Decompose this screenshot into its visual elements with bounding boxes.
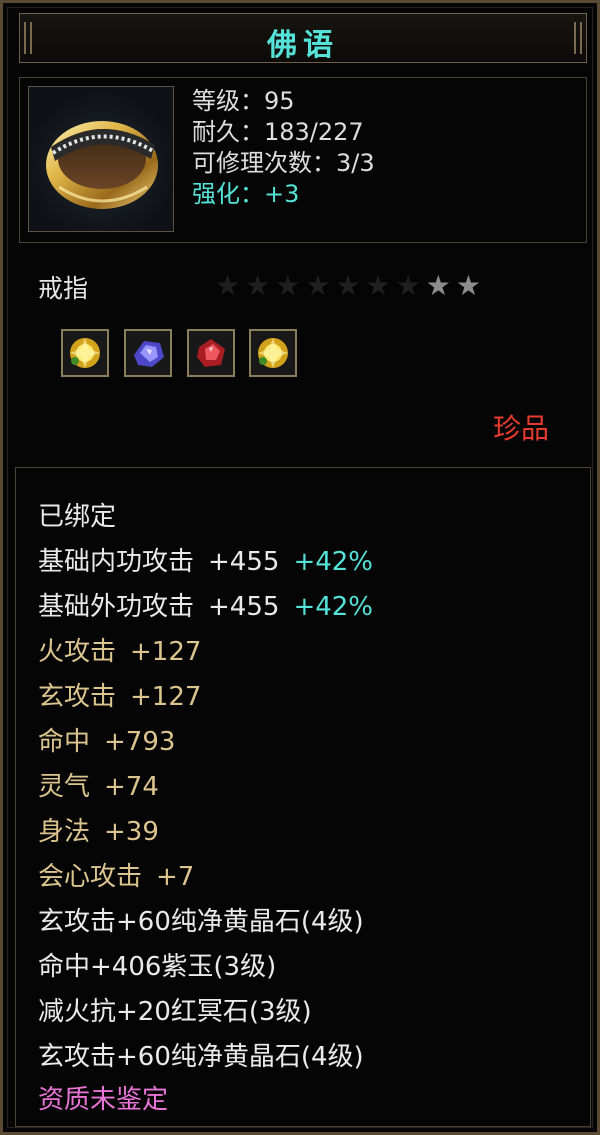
enhance-stat: 强化：+3 xyxy=(192,180,300,208)
attribute-value: +455 xyxy=(208,547,280,577)
bonus-attribute-row: 火攻击 +127 xyxy=(38,631,201,668)
attribute-value: +127 xyxy=(130,637,202,667)
purple-jade-gem-icon[interactable] xyxy=(124,329,172,377)
bonus-attribute-row: 身法 +39 xyxy=(38,811,159,848)
star-icon: ★ xyxy=(365,269,391,302)
star-icon: ★ xyxy=(305,269,331,302)
bound-status: 已绑定 xyxy=(38,502,117,532)
gold-ring-icon[interactable] xyxy=(28,86,174,232)
attribute-percent: +42% xyxy=(293,547,374,577)
item-header: 等级：95 耐久：183/227 可修理次数：3/3 强化：+3 xyxy=(19,77,587,243)
attribute-name: 基础外功攻击 xyxy=(38,592,195,622)
attribute-name: 灵气 xyxy=(38,772,91,802)
yellow-crystal-gem-icon[interactable] xyxy=(249,329,297,377)
base-attribute-row: 基础外功攻击 +455 +42% xyxy=(38,586,373,623)
item-stats: 等级：95 耐久：183/227 可修理次数：3/3 强化：+3 xyxy=(192,86,375,210)
gem-effect-row: 玄攻击+60纯净黄晶石(4级) xyxy=(38,907,364,937)
star-icon: ★ xyxy=(395,269,421,302)
attribute-name: 火攻击 xyxy=(38,637,117,667)
star-icon: ★ xyxy=(455,269,481,302)
attribute-value: +39 xyxy=(104,817,159,847)
repair-count-stat: 可修理次数：3/3 xyxy=(192,149,375,177)
gem-effect-row: 命中+406紫玉(3级) xyxy=(38,952,277,982)
star-icon: ★ xyxy=(245,269,271,302)
quality-status: 资质未鉴定 xyxy=(38,1085,169,1115)
yellow-crystal-gem-icon[interactable] xyxy=(61,329,109,377)
title-ornament-right xyxy=(574,22,582,54)
attribute-percent: +42% xyxy=(293,592,374,622)
bonus-attribute-row: 玄攻击 +127 xyxy=(38,676,201,713)
star-icon: ★ xyxy=(215,269,241,302)
gem-effect-row: 玄攻击+60纯净黄晶石(4级) xyxy=(38,1042,364,1072)
attribute-value: +127 xyxy=(130,682,202,712)
base-attribute-row: 基础内功攻击 +455 +42% xyxy=(38,541,373,578)
bonus-attribute-row: 命中 +793 xyxy=(38,721,175,758)
level-stat: 等级：95 xyxy=(192,87,295,115)
star-icon: ★ xyxy=(275,269,301,302)
item-title: 佛语 xyxy=(267,28,339,63)
attribute-value: +455 xyxy=(208,592,280,622)
attribute-name: 命中 xyxy=(38,727,91,757)
bonus-attribute-row: 灵气 +74 xyxy=(38,766,159,803)
rarity-label: 珍品 xyxy=(492,412,549,445)
star-icon: ★ xyxy=(425,269,451,302)
attribute-value: +7 xyxy=(156,862,195,892)
attribute-name: 玄攻击 xyxy=(38,682,117,712)
attribute-name: 身法 xyxy=(38,817,91,847)
red-stone-gem-icon[interactable] xyxy=(187,329,235,377)
attribute-name: 会心攻击 xyxy=(38,862,143,892)
attribute-value: +793 xyxy=(104,727,176,757)
bonus-attribute-row: 会心攻击 +7 xyxy=(38,856,194,893)
item-tooltip-panel: 佛语 等级：95 耐久：183/227 可修理次数：3/3 强化：+3 戒指 ★… xyxy=(0,0,600,1135)
gem-effect-row: 减火抗+20红冥石(3级) xyxy=(38,997,312,1027)
attribute-value: +74 xyxy=(104,772,159,802)
star-rating: ★ ★ ★ ★ ★ ★ ★ ★ ★ xyxy=(215,271,481,301)
star-icon: ★ xyxy=(335,269,361,302)
durability-stat: 耐久：183/227 xyxy=(192,118,364,146)
item-category: 戒指 xyxy=(38,274,89,303)
attribute-name: 基础内功攻击 xyxy=(38,547,195,577)
title-bar: 佛语 xyxy=(19,13,587,63)
